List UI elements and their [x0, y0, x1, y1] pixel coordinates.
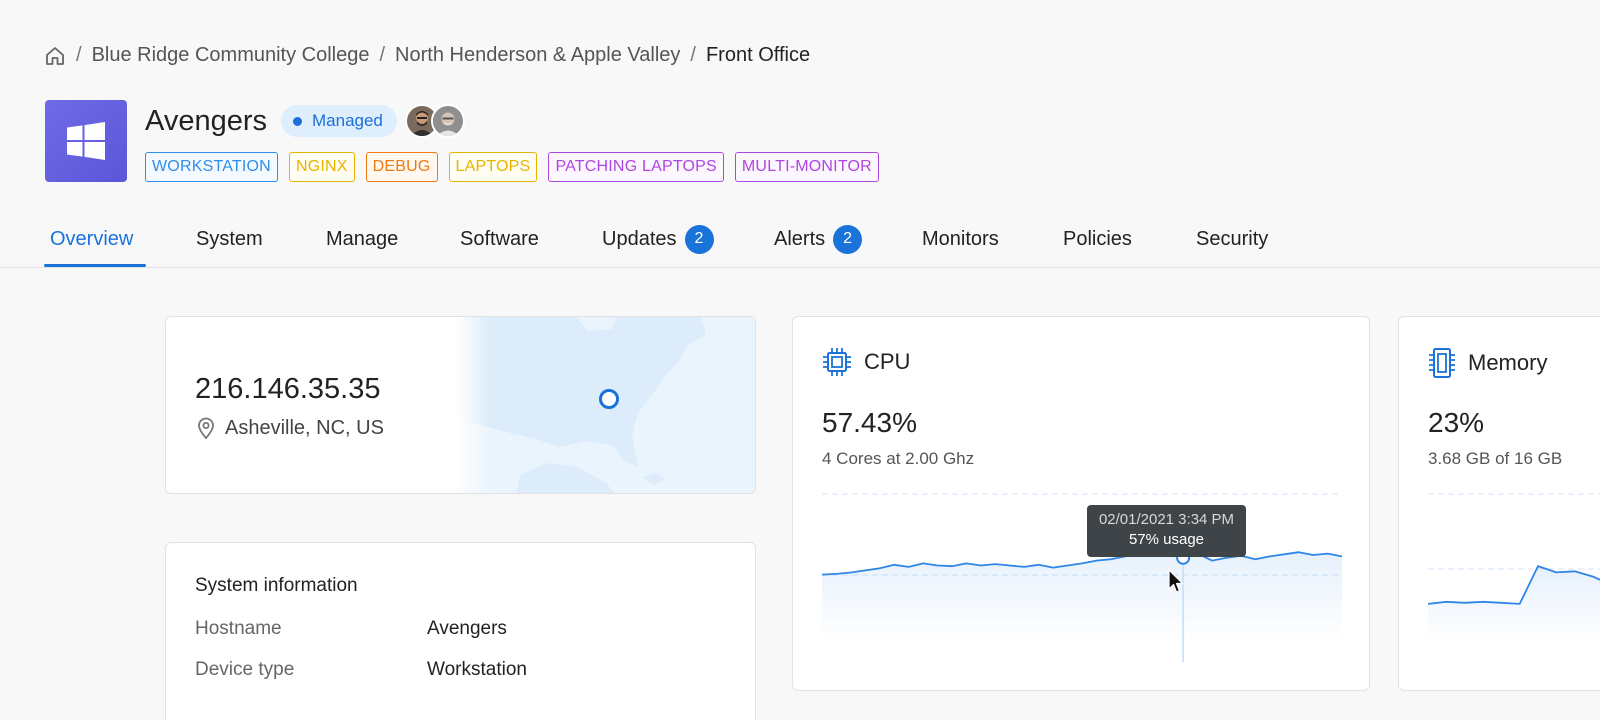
breadcrumb-item-org[interactable]: Blue Ridge Community College: [92, 44, 370, 67]
breadcrumb-separator: /: [76, 44, 82, 66]
breadcrumb-separator: /: [379, 44, 386, 66]
breadcrumb: / Blue Ridge Community College / North H…: [44, 44, 810, 67]
updates-count-badge: 2: [684, 224, 714, 254]
breadcrumb-item-current: Front Office: [705, 44, 811, 66]
network-card: 216.146.35.35 Asheville, NC, US: [165, 316, 756, 494]
os-tile: [45, 100, 127, 182]
avatar[interactable]: [430, 104, 465, 138]
tag-workstation[interactable]: WORKSTATION: [145, 152, 278, 182]
status-dot-icon: [293, 116, 302, 126]
location-label: Asheville, NC, US: [225, 416, 384, 439]
tab-bar: Overview System Manage Software Updates 2…: [0, 214, 1600, 268]
memory-usage-chart[interactable]: [1428, 492, 1600, 662]
breadcrumb-item-location[interactable]: North Henderson & Apple Valley: [395, 44, 680, 67]
tab-overview[interactable]: Overview: [50, 226, 133, 252]
chart-tooltip: 02/01/2021 3:34 PM 57% usage: [1087, 505, 1246, 557]
device-title: Avengers: [145, 104, 267, 137]
tab-alerts[interactable]: Alerts 2: [774, 224, 863, 254]
tab-manage[interactable]: Manage: [326, 226, 398, 252]
cpu-chip-icon: [823, 348, 851, 376]
tab-security[interactable]: Security: [1196, 226, 1268, 252]
status-badge-label: Managed: [312, 111, 383, 130]
windows-icon: [67, 122, 105, 160]
location-pin-icon: [198, 417, 214, 440]
memory-icon: [1429, 348, 1455, 378]
tag-list: WORKSTATION NGINX DEBUG LAPTOPS PATCHING LAP…: [145, 152, 890, 182]
memory-header: Memory: [1428, 347, 1547, 379]
home-icon[interactable]: [44, 45, 66, 67]
cpu-title: CPU: [864, 349, 911, 374]
cpu-usage-value: 57.43%: [822, 407, 917, 438]
tag-nginx[interactable]: NGINX: [288, 152, 355, 182]
memory-usage-value: 23%: [1428, 407, 1485, 438]
mouse-cursor-icon: [1168, 569, 1184, 593]
system-info-title: System information: [195, 575, 358, 596]
tab-updates[interactable]: Updates 2: [602, 224, 714, 254]
tag-laptops[interactable]: LAPTOPS: [448, 152, 538, 182]
location: Asheville, NC, US: [195, 416, 384, 440]
tag-debug[interactable]: DEBUG: [365, 152, 438, 182]
cpu-card: CPU 57.43% 4 Cores at 2.00 Ghz 02/01/202…: [792, 316, 1370, 691]
active-tab-indicator: [44, 264, 146, 267]
tab-monitors[interactable]: Monitors: [922, 226, 999, 252]
system-info-card: System information Hostname Avengers Devi…: [165, 542, 756, 720]
device-header: Avengers Managed WORKSTATION NGINX DEBUG LA…: [45, 100, 890, 182]
system-info-row-hostname: Hostname Avengers: [195, 618, 507, 639]
tab-software[interactable]: Software: [460, 226, 539, 252]
tooltip-date: 02/01/2021 3:34 PM: [1098, 511, 1235, 528]
alerts-count-badge: 2: [833, 224, 863, 254]
tab-system[interactable]: System: [196, 226, 263, 252]
tag-multi-monitor[interactable]: MULTI-MONITOR: [734, 152, 879, 182]
ip-address: 216.146.35.35: [195, 373, 381, 405]
memory-title: Memory: [1468, 350, 1548, 375]
tab-policies[interactable]: Policies: [1063, 226, 1132, 252]
cpu-cores-info: 4 Cores at 2.00 Ghz: [822, 449, 975, 468]
system-info-row-device-type: Device type Workstation: [195, 659, 527, 680]
breadcrumb-separator: /: [690, 44, 696, 66]
memory-amount-info: 3.68 GB of 16 GB: [1428, 449, 1563, 468]
tag-patching-laptops[interactable]: PATCHING LAPTOPS: [548, 152, 724, 182]
cpu-header: CPU: [822, 347, 910, 377]
memory-card: Memory 23% 3.68 GB of 16 GB: [1398, 316, 1600, 691]
tooltip-value: 57% usage: [1128, 531, 1205, 548]
location-map: [456, 317, 755, 493]
cpu-usage-chart[interactable]: [822, 492, 1342, 662]
assigned-users[interactable]: [404, 104, 465, 138]
status-badge: Managed: [281, 105, 397, 137]
